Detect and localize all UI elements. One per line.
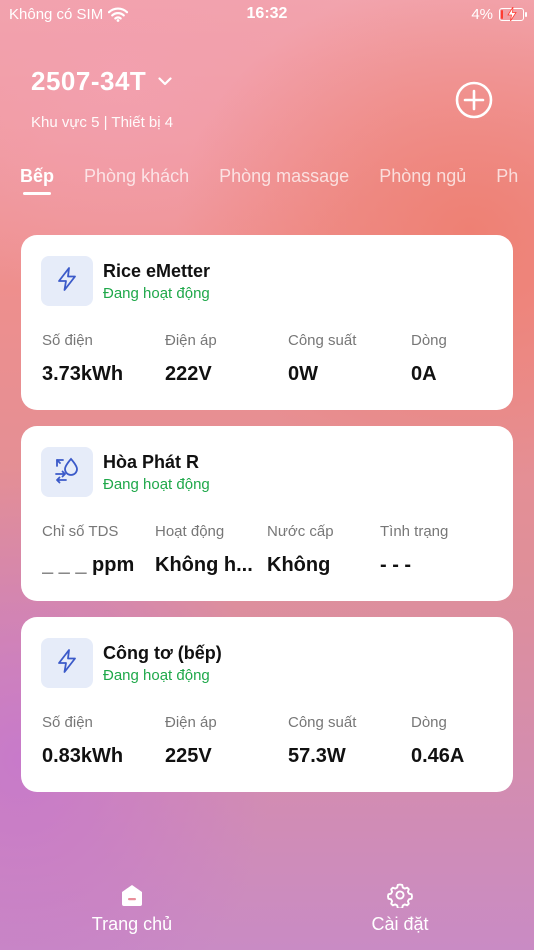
metric-value: 222V xyxy=(165,363,212,385)
device-icon-box xyxy=(41,256,93,306)
nav-settings-label: Cài đặt xyxy=(371,914,429,934)
device-name: Công tơ (bếp) xyxy=(103,643,222,663)
metric-value: 0.46A xyxy=(411,745,465,767)
tab-4[interactable]: Phòng ngủ xyxy=(379,166,466,195)
metric-value: 225V xyxy=(165,745,212,767)
devices-label: Thiết bị 4 xyxy=(111,114,174,131)
metric-value: - - - xyxy=(380,554,412,576)
chevron-down-icon xyxy=(158,77,172,86)
device-icon-box xyxy=(41,447,93,497)
metric-label: Công suất xyxy=(288,332,357,349)
battery-icon xyxy=(499,7,527,21)
device-metric: Công suất 0W xyxy=(288,332,403,386)
area-label: Khu vực 5 xyxy=(31,114,100,131)
device-metric: Điện áp 222V xyxy=(165,332,280,386)
nav-settings[interactable]: Cài đặt xyxy=(340,882,460,935)
subtitle-divider: | xyxy=(103,114,108,131)
plus-circle-icon xyxy=(455,81,493,119)
metric-value: Không h... xyxy=(155,554,253,576)
metric-value: 0W xyxy=(288,363,318,385)
metric-label: Nước cấp xyxy=(267,523,334,540)
clock: 16:32 xyxy=(246,5,288,22)
metric-value: 0.83kWh xyxy=(42,745,124,767)
battery-status: 4% xyxy=(471,6,527,23)
metric-label: Tình trạng xyxy=(380,523,449,540)
metric-label: Điện áp xyxy=(165,714,217,731)
device-metric: Tình trạng - - - xyxy=(380,523,495,577)
metric-label: Số điện xyxy=(42,714,93,731)
tab-2[interactable]: Phòng khách xyxy=(84,166,189,195)
metric-label: Hoạt động xyxy=(155,523,225,540)
home-icon xyxy=(122,885,142,906)
device-metric: Hoạt động Không h... xyxy=(155,523,270,577)
device-name: Hòa Phát R xyxy=(103,452,200,472)
metric-label: Công suất xyxy=(288,714,357,731)
add-button[interactable] xyxy=(455,81,493,119)
device-status: Đang hoạt động xyxy=(103,476,210,493)
tab-5[interactable]: Ph xyxy=(496,166,518,195)
metric-label: Số điện xyxy=(42,332,93,349)
metric-label: Chỉ số TDS xyxy=(42,523,119,540)
metric-value: 3.73kWh xyxy=(42,363,124,385)
home-selector[interactable]: 2507-34T xyxy=(31,66,172,97)
charging-bolt-icon xyxy=(507,7,517,21)
nav-home[interactable]: Trang chủ xyxy=(72,882,192,935)
device-icon-box xyxy=(41,638,93,688)
room-tabs-track: iBếpPhòng kháchPhòng massagePhòng ngủPh xyxy=(0,166,518,195)
metric-value: Không xyxy=(267,554,331,576)
device-metric: Nước cấp Không xyxy=(267,523,382,577)
device-status: Đang hoạt động xyxy=(103,285,210,302)
status-bar: Không có SIM 16:32 4% xyxy=(0,0,534,30)
device-metric: Chỉ số TDS _ _ _ ppm xyxy=(42,523,157,577)
metric-label: Dòng xyxy=(411,332,447,349)
device-card[interactable]: Rice eMetter Đang hoạt động Số điện 3.73kWh… xyxy=(21,235,513,410)
device-status: Đang hoạt động xyxy=(103,667,210,684)
metric-value: 0A xyxy=(411,363,437,385)
device-name: Rice eMetter xyxy=(103,261,211,281)
tab-1[interactable]: Bếp xyxy=(20,166,54,195)
device-metric: Số điện 0.83kWh xyxy=(42,714,157,768)
home-subtitle: Khu vực 5 | Thiết bị 4 xyxy=(31,114,173,131)
device-card[interactable]: Công tơ (bếp) Đang hoạt động Số điện 0.83kW… xyxy=(21,617,513,792)
device-metric: Dòng 0A xyxy=(411,332,526,386)
lightning-icon xyxy=(54,648,80,679)
metric-label: Dòng xyxy=(411,714,447,731)
metric-label: Điện áp xyxy=(165,332,217,349)
battery-percent: 4% xyxy=(471,6,493,23)
battery-fill xyxy=(501,10,503,19)
device-metric: Số điện 3.73kWh xyxy=(42,332,157,386)
device-card[interactable]: Hòa Phát R Đang hoạt động Chỉ số TDS _ _ _ … xyxy=(21,426,513,601)
metric-value: 57.3W xyxy=(288,745,346,767)
metric-value: _ _ _ ppm xyxy=(42,554,135,576)
gear-icon xyxy=(387,883,413,908)
tab-3[interactable]: Phòng massage xyxy=(219,166,349,195)
room-tabs: iBếpPhòng kháchPhòng massagePhòng ngủPh xyxy=(0,166,534,206)
home-title: 2507-34T xyxy=(31,66,147,96)
device-metric: Dòng 0.46A xyxy=(411,714,526,768)
water-purifier-icon xyxy=(52,455,82,490)
lightning-icon xyxy=(54,266,80,297)
nav-home-label: Trang chủ xyxy=(91,914,173,934)
device-metric: Điện áp 225V xyxy=(165,714,280,768)
device-metric: Công suất 57.3W xyxy=(288,714,403,768)
